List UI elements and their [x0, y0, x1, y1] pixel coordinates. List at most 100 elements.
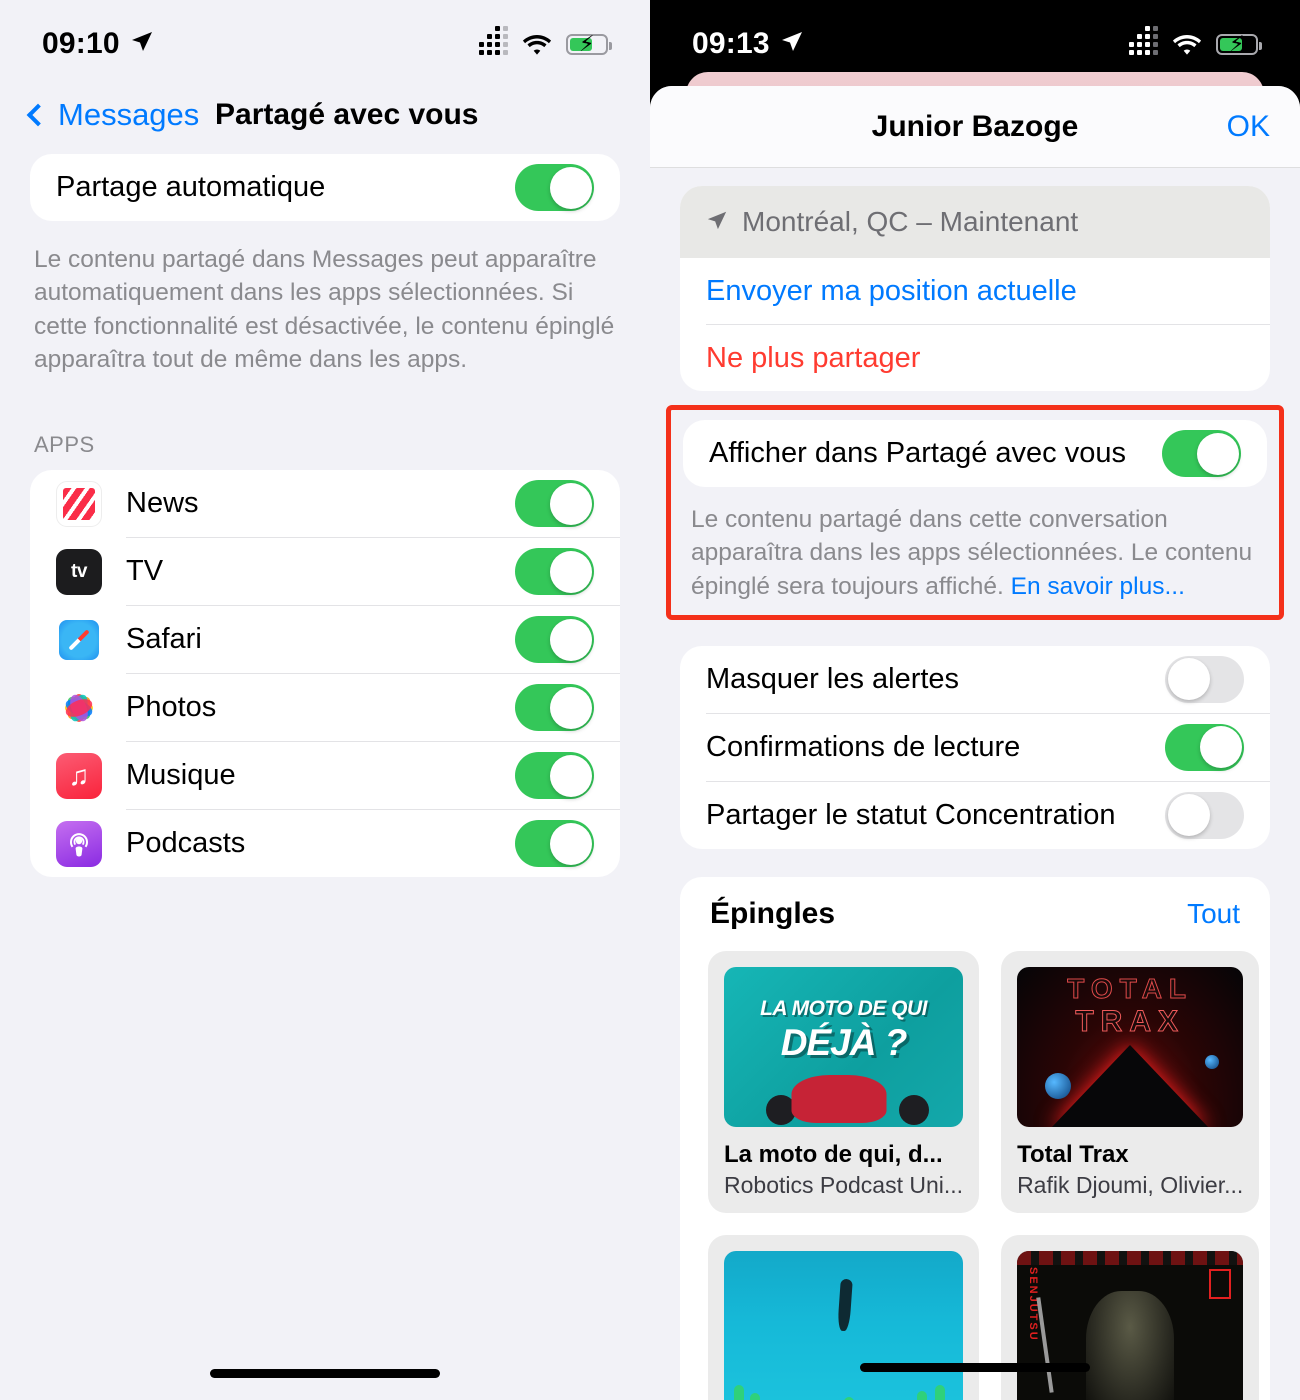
- read-receipts-label: Confirmations de lecture: [706, 730, 1021, 763]
- app-row-podcasts[interactable]: Podcasts: [30, 810, 620, 877]
- safari-app-icon: [56, 616, 102, 663]
- news-app-icon: [56, 480, 102, 527]
- artwork-text-line2: DÉJÀ ?: [780, 1021, 908, 1063]
- appletv-app-icon: tv: [56, 548, 102, 595]
- current-location-row: Montréal, QC – Maintenant: [680, 186, 1270, 258]
- artwork-text-line1: LA MOTO DE QUI: [760, 996, 927, 1020]
- cellular-signal-icon: [1129, 26, 1158, 55]
- highlighted-setting-region: Afficher dans Partagé avec vous Le conte…: [666, 405, 1284, 620]
- podcasts-app-icon: [56, 820, 102, 867]
- location-text: Montréal, QC – Maintenant: [742, 206, 1079, 237]
- pins-see-all-button[interactable]: Tout: [1187, 898, 1240, 930]
- auto-share-card: Partage automatique: [30, 154, 620, 221]
- auto-share-label: Partage automatique: [56, 171, 326, 203]
- app-label: Safari: [126, 623, 202, 656]
- status-bar-time: 09:13: [692, 27, 770, 60]
- right-status-bar: 09:13 ⚡: [650, 0, 1300, 76]
- home-indicator: [210, 1369, 440, 1378]
- share-focus-status-toggle[interactable]: [1165, 791, 1244, 839]
- app-toggle-musique[interactable]: [515, 752, 594, 800]
- location-arrow-icon: [706, 206, 728, 238]
- share-focus-status-label: Partager le statut Concentration: [706, 798, 1116, 831]
- show-in-shared-with-you-toggle[interactable]: [1162, 430, 1241, 477]
- wifi-icon: [522, 33, 552, 55]
- pins-card: Épingles Tout LA MOTO DE QUI DÉJÀ ? La m…: [680, 876, 1270, 1400]
- hide-alerts-toggle[interactable]: [1165, 655, 1244, 703]
- photos-app-icon: [56, 684, 102, 731]
- back-button-label: Messages: [58, 97, 200, 132]
- location-arrow-icon: [130, 27, 154, 61]
- sheet-done-button[interactable]: OK: [1227, 110, 1270, 144]
- app-label: Photos: [126, 691, 217, 724]
- page-title: Partagé avec vous: [215, 98, 479, 131]
- auto-share-row[interactable]: Partage automatique: [30, 154, 620, 221]
- la-moto-de-qui-deja-artwork: LA MOTO DE QUI DÉJÀ ?: [724, 966, 964, 1127]
- app-row-news[interactable]: News: [30, 470, 620, 537]
- app-row-photos[interactable]: Photos: [30, 674, 620, 741]
- pin-item-la-moto-de-qui[interactable]: LA MOTO DE QUI DÉJÀ ? La moto de qui, d.…: [708, 950, 980, 1213]
- show-in-shared-with-you-row[interactable]: Afficher dans Partagé avec vous: [683, 420, 1267, 487]
- back-to-messages-button[interactable]: Messages: [26, 97, 200, 133]
- read-receipts-row[interactable]: Confirmations de lecture: [680, 714, 1270, 781]
- stop-sharing-button[interactable]: Ne plus partager: [680, 325, 1270, 391]
- status-bar-indicators: ⚡: [1129, 26, 1262, 55]
- auto-share-toggle[interactable]: [515, 164, 594, 211]
- status-bar-time: 09:10: [42, 27, 120, 60]
- pins-header: Épingles Tout: [680, 897, 1270, 937]
- pin-item-understand[interactable]: Understand Omah Lay ♫Music: [708, 1234, 980, 1400]
- show-in-shared-with-you-footnote: Le contenu partagé dans cette conversati…: [691, 503, 1259, 603]
- location-group-card: Montréal, QC – Maintenant Envoyer ma pos…: [680, 186, 1270, 391]
- left-phone-screen: 09:10 ⚡ Messages Partagé avec vous Parta…: [0, 0, 650, 1400]
- battery-charging-icon: ⚡: [1216, 32, 1262, 55]
- status-bar-time-group: 09:13: [692, 27, 804, 61]
- conversation-settings-card: Masquer les alertes Confirmations de lec…: [680, 645, 1270, 849]
- app-row-musique[interactable]: ♫ Musique: [30, 742, 620, 809]
- app-toggle-tv[interactable]: [515, 548, 594, 596]
- app-row-tv[interactable]: tv TV: [30, 538, 620, 605]
- left-navigation-bar: Messages Partagé avec vous: [0, 76, 650, 154]
- pin-subtitle: Rafik Djoumi, Olivier...: [1017, 1171, 1244, 1198]
- app-label: News: [126, 487, 199, 520]
- read-receipts-toggle[interactable]: [1165, 723, 1244, 771]
- apps-list-card: News tv TV Safari Photos ♫ Musique Podca…: [30, 470, 620, 878]
- dual-screenshot-container: 09:10 ⚡ Messages Partagé avec vous Parta…: [0, 0, 1300, 1400]
- pin-subtitle: Robotics Podcast Uni...: [724, 1171, 964, 1198]
- show-in-shared-with-you-label: Afficher dans Partagé avec vous: [709, 437, 1126, 469]
- chevron-left-icon: [26, 103, 50, 127]
- senjutsu-samurai-artwork: SENJUTSU: [1017, 1250, 1244, 1400]
- hide-alerts-label: Masquer les alertes: [706, 662, 960, 695]
- pin-item-total-trax[interactable]: TOTAL TRAX Total Trax Rafik Djoumi, Oliv…: [1001, 950, 1260, 1213]
- app-toggle-photos[interactable]: [515, 684, 594, 732]
- home-indicator: [860, 1363, 1090, 1372]
- pins-grid: LA MOTO DE QUI DÉJÀ ? La moto de qui, d.…: [680, 937, 1270, 1400]
- share-focus-status-row[interactable]: Partager le statut Concentration: [680, 782, 1270, 849]
- hide-alerts-row[interactable]: Masquer les alertes: [680, 646, 1270, 713]
- contact-details-sheet: Junior Bazoge OK Montréal, QC – Maintena…: [650, 86, 1300, 1400]
- app-toggle-podcasts[interactable]: [515, 820, 594, 868]
- app-label: Musique: [126, 759, 236, 792]
- auto-share-footnote: Le contenu partagé dans Messages peut ap…: [34, 246, 615, 373]
- pin-item-seniutsu[interactable]: SENJUTSU Seniutsu Iron Maiden ♫Music: [1001, 1234, 1260, 1400]
- pin-title: Total Trax: [1017, 1140, 1129, 1168]
- battery-charging-icon: ⚡: [566, 32, 612, 55]
- music-app-icon: ♫: [56, 752, 102, 799]
- sheet-header: Junior Bazoge OK: [650, 86, 1300, 168]
- app-label: Podcasts: [126, 827, 246, 860]
- wifi-icon: [1172, 33, 1202, 55]
- pins-title: Épingles: [710, 896, 836, 930]
- cellular-signal-icon: [479, 26, 508, 55]
- location-arrow-icon: [780, 27, 804, 61]
- total-trax-artwork: TOTAL TRAX: [1017, 966, 1244, 1127]
- app-toggle-safari[interactable]: [515, 616, 594, 664]
- send-current-location-button[interactable]: Envoyer ma position actuelle: [680, 258, 1270, 324]
- artwork-text-line1: TOTAL: [1067, 972, 1194, 1004]
- app-toggle-news[interactable]: [515, 480, 594, 528]
- app-row-safari[interactable]: Safari: [30, 606, 620, 673]
- artwork-text-line2: TRAX: [1075, 1004, 1185, 1038]
- learn-more-link[interactable]: En savoir plus...: [1011, 573, 1185, 600]
- apps-section-header: APPS: [34, 432, 95, 458]
- status-bar-time-group: 09:10: [42, 27, 154, 61]
- app-label: TV: [126, 555, 164, 588]
- sheet-title: Junior Bazoge: [871, 109, 1079, 143]
- understand-underwater-artwork: [724, 1250, 964, 1400]
